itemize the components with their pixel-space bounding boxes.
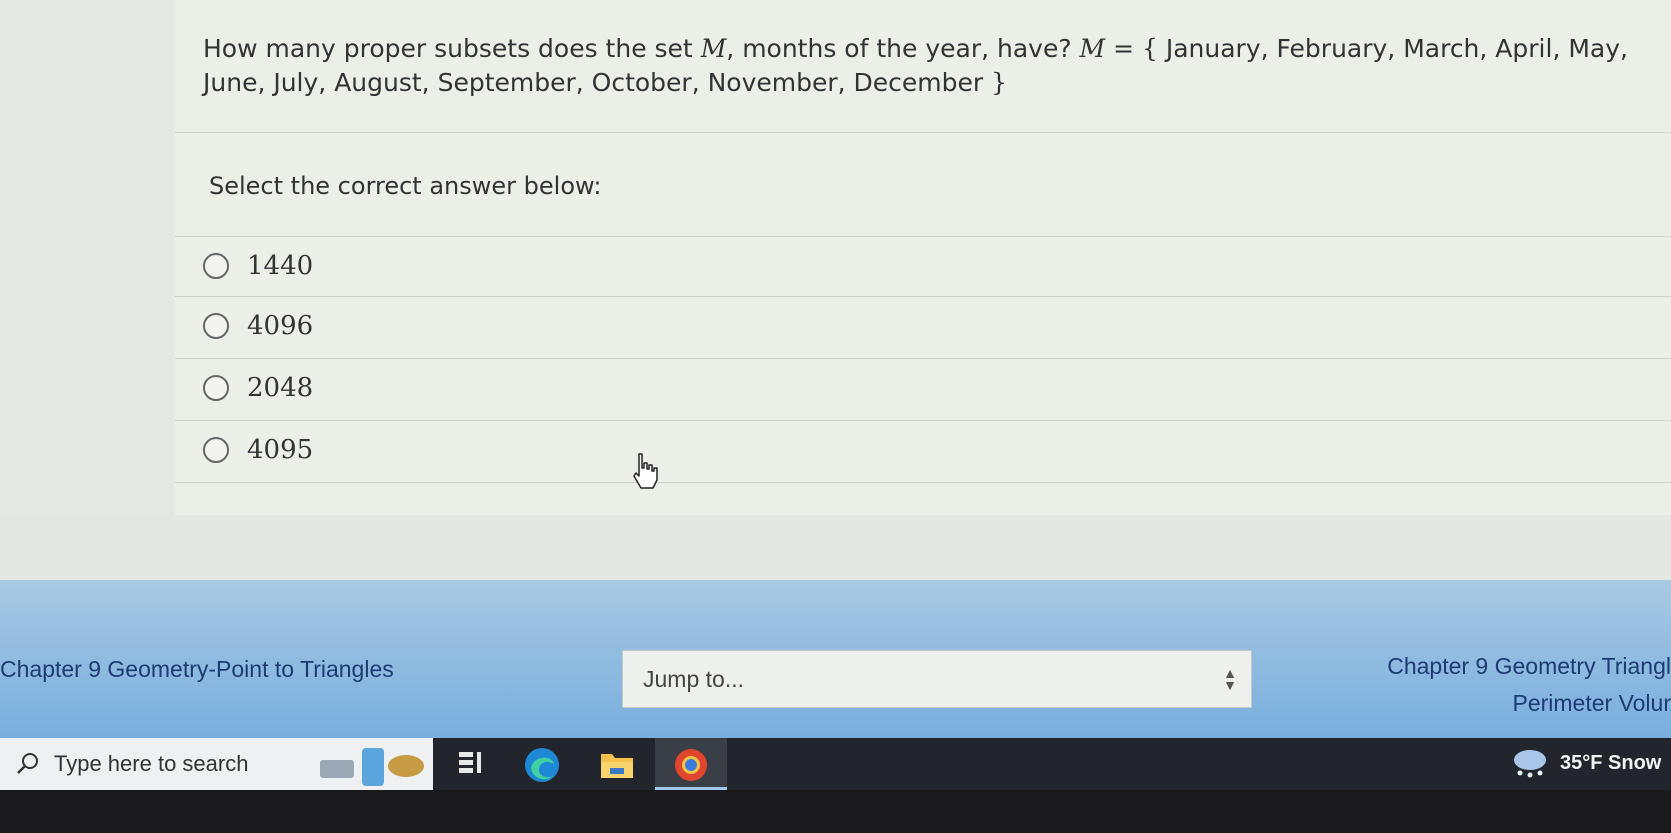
search-placeholder: Type here to search <box>54 751 249 776</box>
snow-cloud-icon <box>1514 750 1546 778</box>
answer-option-2[interactable]: 4096 <box>175 296 1671 356</box>
weather-text: 35°F Snow <box>1560 751 1662 774</box>
radio-button[interactable] <box>203 375 229 401</box>
close-brace: } <box>991 68 1008 97</box>
next-chapter-link[interactable]: Chapter 9 Geometry Triangl Perimeter Vol… <box>1387 648 1671 722</box>
previous-chapter-link[interactable]: Chapter 9 Geometry-Point to Triangles <box>0 656 394 683</box>
set-symbol: M <box>700 34 727 63</box>
question-card: How many proper subsets does the set M, … <box>175 0 1671 515</box>
weather-widget[interactable]: 35°F Snow <box>1510 746 1661 780</box>
chrome-app-icon[interactable] <box>672 746 710 784</box>
answer-option-1[interactable]: 1440 <box>175 236 1671 296</box>
option-label: 1440 <box>247 251 314 281</box>
page-footer-spacer <box>0 515 1671 580</box>
task-view-icon[interactable] <box>455 746 489 780</box>
radio-button[interactable] <box>203 253 229 279</box>
left-gutter <box>0 0 175 515</box>
radio-button[interactable] <box>203 437 229 463</box>
edge-browser-icon[interactable] <box>523 746 561 784</box>
select-arrows-icon: ▲ ▼ <box>1223 665 1237 693</box>
option-label: 2048 <box>247 373 314 403</box>
answer-option-4[interactable]: 4095 <box>175 420 1671 480</box>
question-mid: , months of the year, have? <box>726 34 1080 63</box>
answer-option-3[interactable]: 2048 <box>175 358 1671 418</box>
answer-prompt: Select the correct answer below: <box>209 172 602 200</box>
divider <box>175 132 1671 133</box>
open-brace: { <box>1142 34 1158 63</box>
radio-button[interactable] <box>203 313 229 339</box>
windows-taskbar: Type here to search 35°F Snow <box>0 738 1671 790</box>
taskbar-search-box[interactable]: Type here to search <box>0 738 433 790</box>
option-label: 4095 <box>247 435 314 465</box>
monitor-bezel <box>0 790 1671 833</box>
hand-cursor-icon <box>633 453 658 489</box>
file-explorer-icon[interactable] <box>598 746 636 782</box>
question-text: How many proper subsets does the set M, … <box>203 32 1643 100</box>
search-highlight-icon <box>320 748 424 786</box>
option-label: 4096 <box>247 311 314 341</box>
equals-sign: = <box>1105 34 1142 63</box>
search-icon <box>17 753 38 774</box>
set-symbol-2: M <box>1079 34 1106 63</box>
jump-to-label: Jump to... <box>643 665 744 692</box>
next-chapter-line-2: Perimeter Volur <box>1512 690 1671 716</box>
jump-to-select[interactable]: Jump to... ▲ ▼ <box>622 650 1252 708</box>
question-intro: How many proper subsets does the set <box>203 34 701 63</box>
next-chapter-line-1: Chapter 9 Geometry Triangl <box>1387 653 1671 679</box>
divider <box>175 482 1671 483</box>
